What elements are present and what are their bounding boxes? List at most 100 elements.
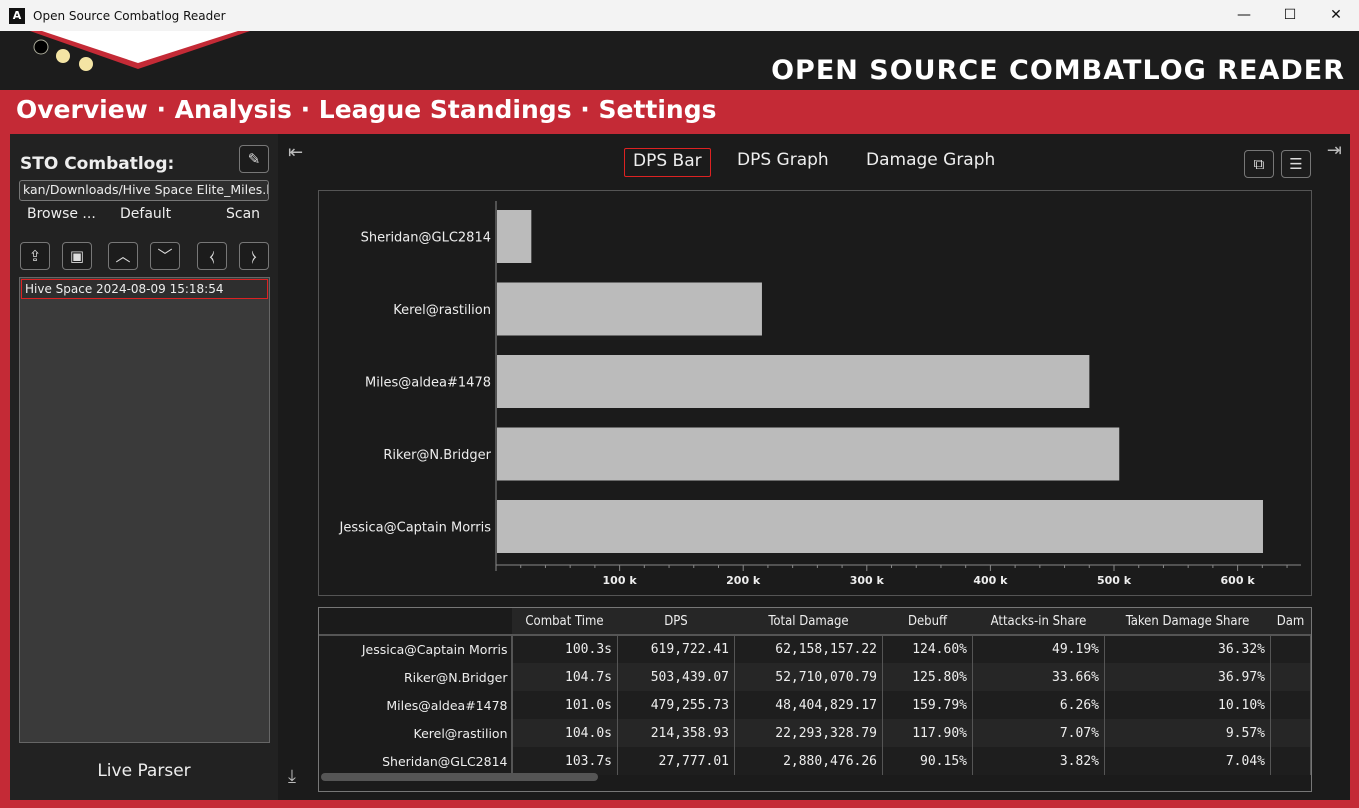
table-cell: 479,255.73 [617, 691, 735, 719]
collapse-right-icon[interactable]: ⇥ [1327, 140, 1342, 161]
nav-league-standings[interactable]: League Standings [319, 95, 572, 124]
close-button[interactable]: ✕ [1313, 0, 1359, 31]
export-icon[interactable]: ⇪ [20, 242, 50, 270]
app-logo-icon: A [9, 7, 25, 24]
category-label: Sheridan@GLC2814 [361, 231, 491, 246]
category-label: Miles@aldea#1478 [365, 376, 491, 391]
nav-settings[interactable]: Settings [598, 95, 716, 124]
bar [497, 210, 532, 263]
column-header[interactable]: Dam [1270, 608, 1311, 636]
bar [497, 427, 1120, 481]
bar [497, 355, 1090, 408]
main-panel: ⇤ ⤓ ⇥ ⧉ ☰ DPS Bar DPS Graph Damage Graph… [278, 134, 1350, 800]
nav-analysis[interactable]: Analysis [175, 95, 292, 124]
row-header: Jessica@Captain Morris [319, 635, 513, 663]
table-cell: 36.97% [1104, 663, 1271, 691]
table-cell [1270, 691, 1311, 719]
dps-bar-chart-svg: Sheridan@GLC2814 Kerel@rastilion Miles@ald… [339, 201, 1301, 587]
combatlog-label: STO Combatlog: [20, 154, 175, 174]
category-label: Riker@N.Bridger [383, 448, 491, 463]
horizontal-scrollbar[interactable] [321, 773, 598, 781]
minimize-button[interactable]: — [1221, 0, 1267, 31]
table-cell: 2,880,476.26 [734, 747, 883, 775]
tab-damage-graph[interactable]: Damage Graph [858, 148, 1003, 177]
column-header[interactable]: Debuff [882, 608, 973, 636]
tab-dps-graph[interactable]: DPS Graph [729, 148, 837, 177]
log-path-input[interactable]: kan/Downloads/Hive Space Elite_Miles.log [19, 180, 269, 201]
column-header[interactable]: Total Damage [734, 608, 883, 636]
x-tick-label: 100 k [603, 574, 638, 587]
browse-button[interactable]: Browse ... [27, 206, 96, 222]
table-cell [1270, 635, 1311, 663]
table-cell: 100.3s [511, 635, 618, 663]
download-icon[interactable]: ⤓ [288, 766, 296, 787]
x-tick-label: 600 k [1221, 574, 1256, 587]
table-cell: 7.04% [1104, 747, 1271, 775]
chevron-down-icon[interactable]: ﹀ [150, 242, 180, 270]
edit-pencil-icon[interactable]: ✎ [239, 145, 269, 173]
table-cell: 52,710,070.79 [734, 663, 883, 691]
table-cell: 503,439.07 [617, 663, 735, 691]
maximize-button[interactable]: ☐ [1267, 0, 1313, 31]
save-icon[interactable]: ▣ [62, 242, 92, 270]
table-row: Kerel@rastilion 104.0s 214,358.93 22,293,32… [319, 719, 1311, 747]
table-cell: 90.15% [882, 747, 973, 775]
combat-list-item[interactable]: Hive Space 2024-08-09 15:18:54 [21, 279, 268, 299]
table-cell: 214,358.93 [617, 719, 735, 747]
table-cell: 103.7s [511, 747, 618, 775]
scan-button[interactable]: Scan [226, 206, 260, 222]
row-header: Riker@N.Bridger [319, 663, 513, 691]
stats-table: Combat Time DPS Total Damage Debuff Attacks-… [318, 607, 1312, 792]
nav-separator: · [571, 95, 599, 124]
column-header[interactable]: DPS [617, 608, 735, 636]
banner-logo-icon [30, 31, 250, 71]
table-cell: 36.32% [1104, 635, 1271, 663]
nav-overview[interactable]: Overview [16, 95, 148, 124]
column-header[interactable]: Taken Damage Share [1104, 608, 1271, 636]
table-cell: 48,404,829.17 [734, 691, 883, 719]
x-tick-label: 300 k [850, 574, 885, 587]
collapse-left-icon[interactable]: ⇤ [288, 142, 303, 163]
sidebar: STO Combatlog: ✎ kan/Downloads/Hive Spac… [10, 134, 278, 800]
table-row: Sheridan@GLC2814 103.7s 27,777.01 2,880,476… [319, 747, 1311, 775]
row-header: Kerel@rastilion [319, 719, 513, 747]
table-cell: 159.79% [882, 691, 973, 719]
row-header: Miles@aldea#1478 [319, 691, 513, 719]
table-row: Miles@aldea#1478 101.0s 479,255.73 48,404,8… [319, 691, 1311, 719]
column-header[interactable]: Attacks-in Share [972, 608, 1105, 636]
table-cell: 22,293,328.79 [734, 719, 883, 747]
table-cell: 104.0s [511, 719, 618, 747]
table-cell: 6.26% [972, 691, 1105, 719]
table-cell: 33.66% [972, 663, 1105, 691]
row-header: Sheridan@GLC2814 [319, 747, 513, 775]
table-cell: 27,777.01 [617, 747, 735, 775]
live-parser-button[interactable]: Live Parser [10, 761, 278, 781]
app-header: OPEN SOURCE COMBATLOG READER [0, 31, 1359, 90]
table-row: Riker@N.Bridger 104.7s 503,439.07 52,710,07… [319, 663, 1311, 691]
title-bar: A Open Source Combatlog Reader — ☐ ✕ [0, 0, 1359, 31]
table-cell [1270, 719, 1311, 747]
table-cell: 62,158,157.22 [734, 635, 883, 663]
table-cell: 124.60% [882, 635, 973, 663]
x-tick-label: 500 k [1097, 574, 1132, 587]
x-tick-label: 400 k [973, 574, 1008, 587]
table-cell [1270, 747, 1311, 775]
app-title: OPEN SOURCE COMBATLOG READER [771, 55, 1345, 86]
table-cell: 619,722.41 [617, 635, 735, 663]
corner-header [319, 608, 512, 636]
table-cell: 117.90% [882, 719, 973, 747]
table-cell: 125.80% [882, 663, 973, 691]
table-layout-icon[interactable]: ☰ [1281, 150, 1311, 178]
chip-next-icon[interactable]: ⧽ [239, 242, 269, 270]
chip-previous-icon[interactable]: ⧼ [197, 242, 227, 270]
copy-icon[interactable]: ⧉ [1244, 150, 1274, 178]
combat-list[interactable]: Hive Space 2024-08-09 15:18:54 [19, 277, 270, 743]
table-cell: 10.10% [1104, 691, 1271, 719]
dps-bar-chart: Sheridan@GLC2814 Kerel@rastilion Miles@ald… [318, 190, 1312, 596]
column-header[interactable]: Combat Time [511, 608, 618, 636]
chevron-up-icon[interactable]: ︿ [108, 242, 138, 270]
nav-separator: · [291, 95, 319, 124]
tab-dps-bar[interactable]: DPS Bar [624, 148, 711, 177]
default-button[interactable]: Default [120, 206, 171, 222]
table-cell: 49.19% [972, 635, 1105, 663]
